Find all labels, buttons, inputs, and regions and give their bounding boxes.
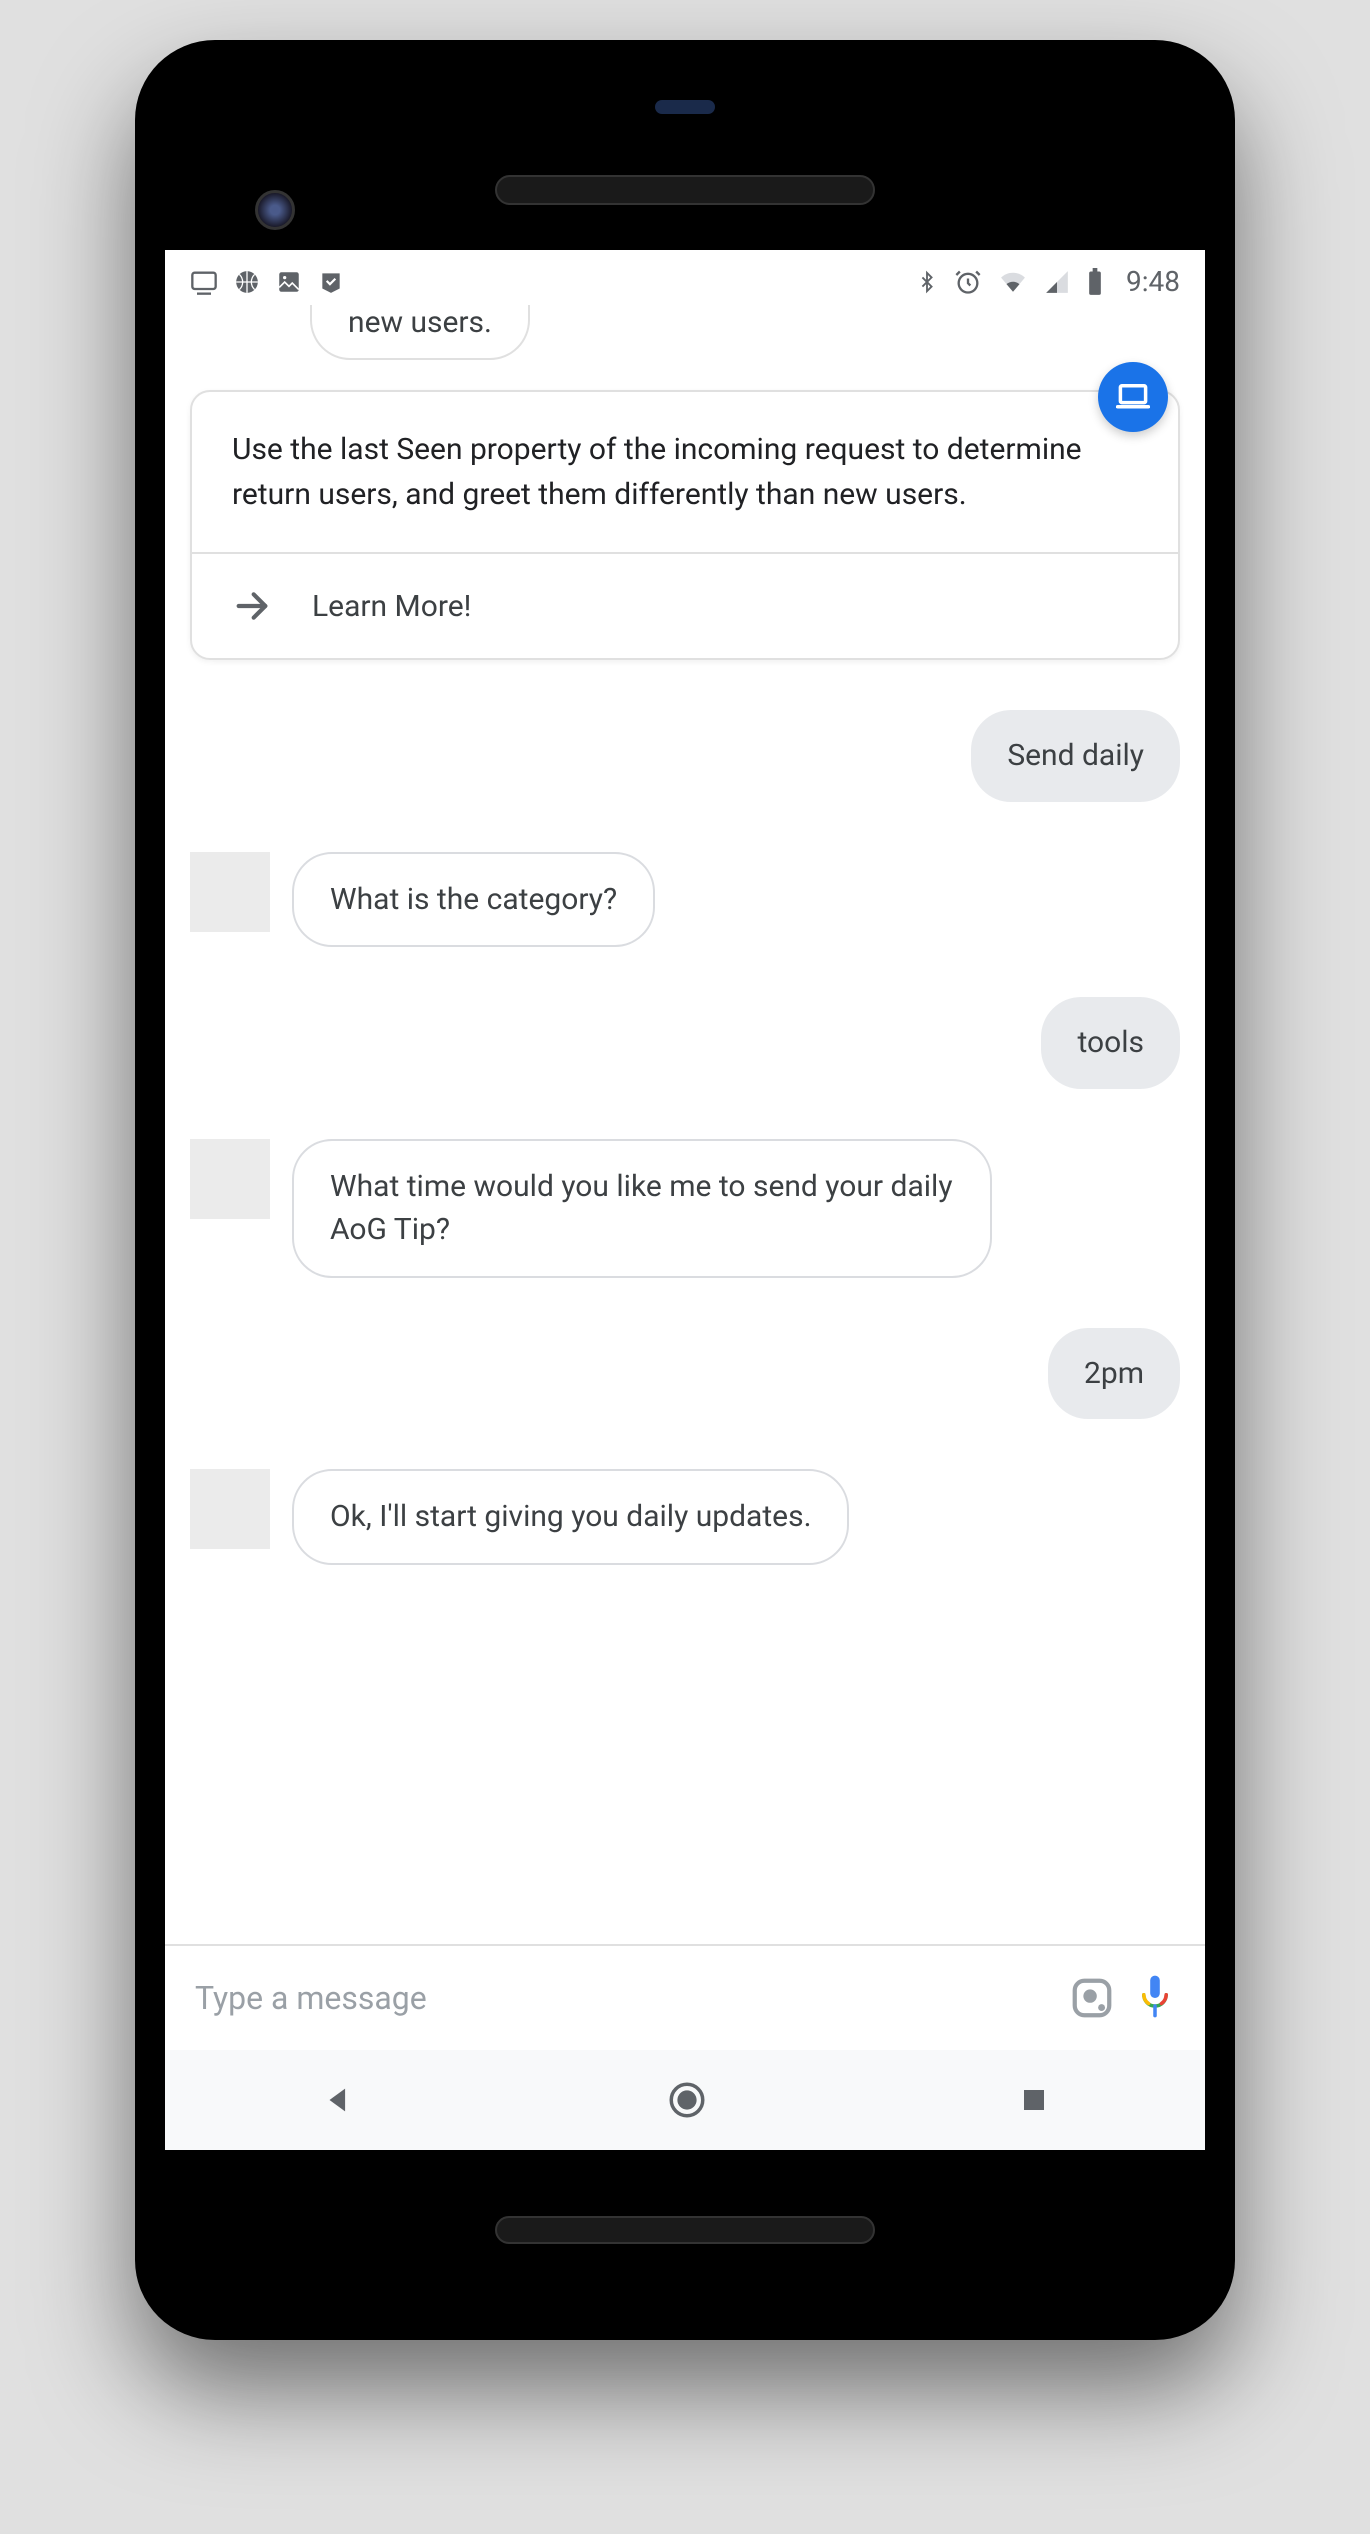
bluetooth-icon [916, 268, 938, 296]
message-input-bar: Type a message [165, 1944, 1205, 2050]
message-row-user: 2pm [190, 1328, 1180, 1420]
card-action-label: Learn More! [312, 589, 471, 624]
message-row-assistant: Ok, I'll start giving you daily updates. [190, 1469, 1180, 1565]
signal-icon [1044, 269, 1070, 295]
tip-card: Use the last Seen property of the incomi… [190, 390, 1180, 660]
android-nav-bar [165, 2050, 1205, 2150]
message-row-user: tools [190, 997, 1180, 1089]
chat-scroll-area[interactable]: new users. Use the last Seen property of… [165, 305, 1205, 1944]
card-badge [1098, 362, 1168, 432]
phone-device-frame: 9:48 new users. Use the last Seen proper… [135, 40, 1235, 2340]
message-input[interactable]: Type a message [195, 1979, 1049, 2017]
mic-icon[interactable] [1135, 1974, 1175, 2022]
phone-bottom-bezel [165, 2150, 1205, 2310]
status-right: 9:48 [916, 265, 1180, 298]
assistant-avatar [190, 1469, 270, 1549]
status-bar: 9:48 [165, 250, 1205, 305]
assistant-bubble: What is the category? [292, 852, 655, 948]
truncated-text: new users. [348, 305, 492, 340]
earpiece-speaker [495, 175, 875, 205]
cast-icon [190, 268, 218, 296]
battery-icon [1086, 268, 1104, 296]
arrow-right-icon [232, 586, 272, 626]
nav-back-icon[interactable] [321, 2083, 355, 2117]
laptop-icon [1116, 383, 1150, 411]
bottom-speaker [495, 2216, 875, 2244]
phone-sensor-pill [655, 100, 715, 114]
card-body-text: Use the last Seen property of the incomi… [192, 392, 1178, 552]
message-row-assistant: What is the category? [190, 852, 1180, 948]
image-icon [276, 269, 302, 295]
message-row-user: Send daily [190, 710, 1180, 802]
message-row-assistant: What time would you like me to send your… [190, 1139, 1180, 1278]
nav-recents-icon[interactable] [1019, 2085, 1049, 2115]
front-camera [255, 190, 295, 230]
user-bubble: Send daily [971, 710, 1180, 802]
assistant-bubble: Ok, I'll start giving you daily updates. [292, 1469, 849, 1565]
basketball-icon [234, 269, 260, 295]
assistant-bubble: What time would you like me to send your… [292, 1139, 992, 1278]
user-bubble: tools [1041, 997, 1180, 1089]
alarm-icon [954, 268, 982, 296]
assistant-avatar [190, 852, 270, 932]
lens-icon[interactable] [1069, 1975, 1115, 2021]
card-action-row[interactable]: Learn More! [192, 552, 1178, 658]
status-left [190, 268, 344, 296]
user-bubble: 2pm [1048, 1328, 1180, 1420]
check-icon [318, 269, 344, 295]
phone-top-bezel [165, 70, 1205, 250]
status-time: 9:48 [1126, 265, 1180, 298]
nav-home-icon[interactable] [666, 2079, 708, 2121]
assistant-avatar [190, 1139, 270, 1219]
screen: 9:48 new users. Use the last Seen proper… [165, 250, 1205, 2150]
truncated-assistant-bubble: new users. [310, 305, 530, 360]
wifi-icon [998, 269, 1028, 295]
